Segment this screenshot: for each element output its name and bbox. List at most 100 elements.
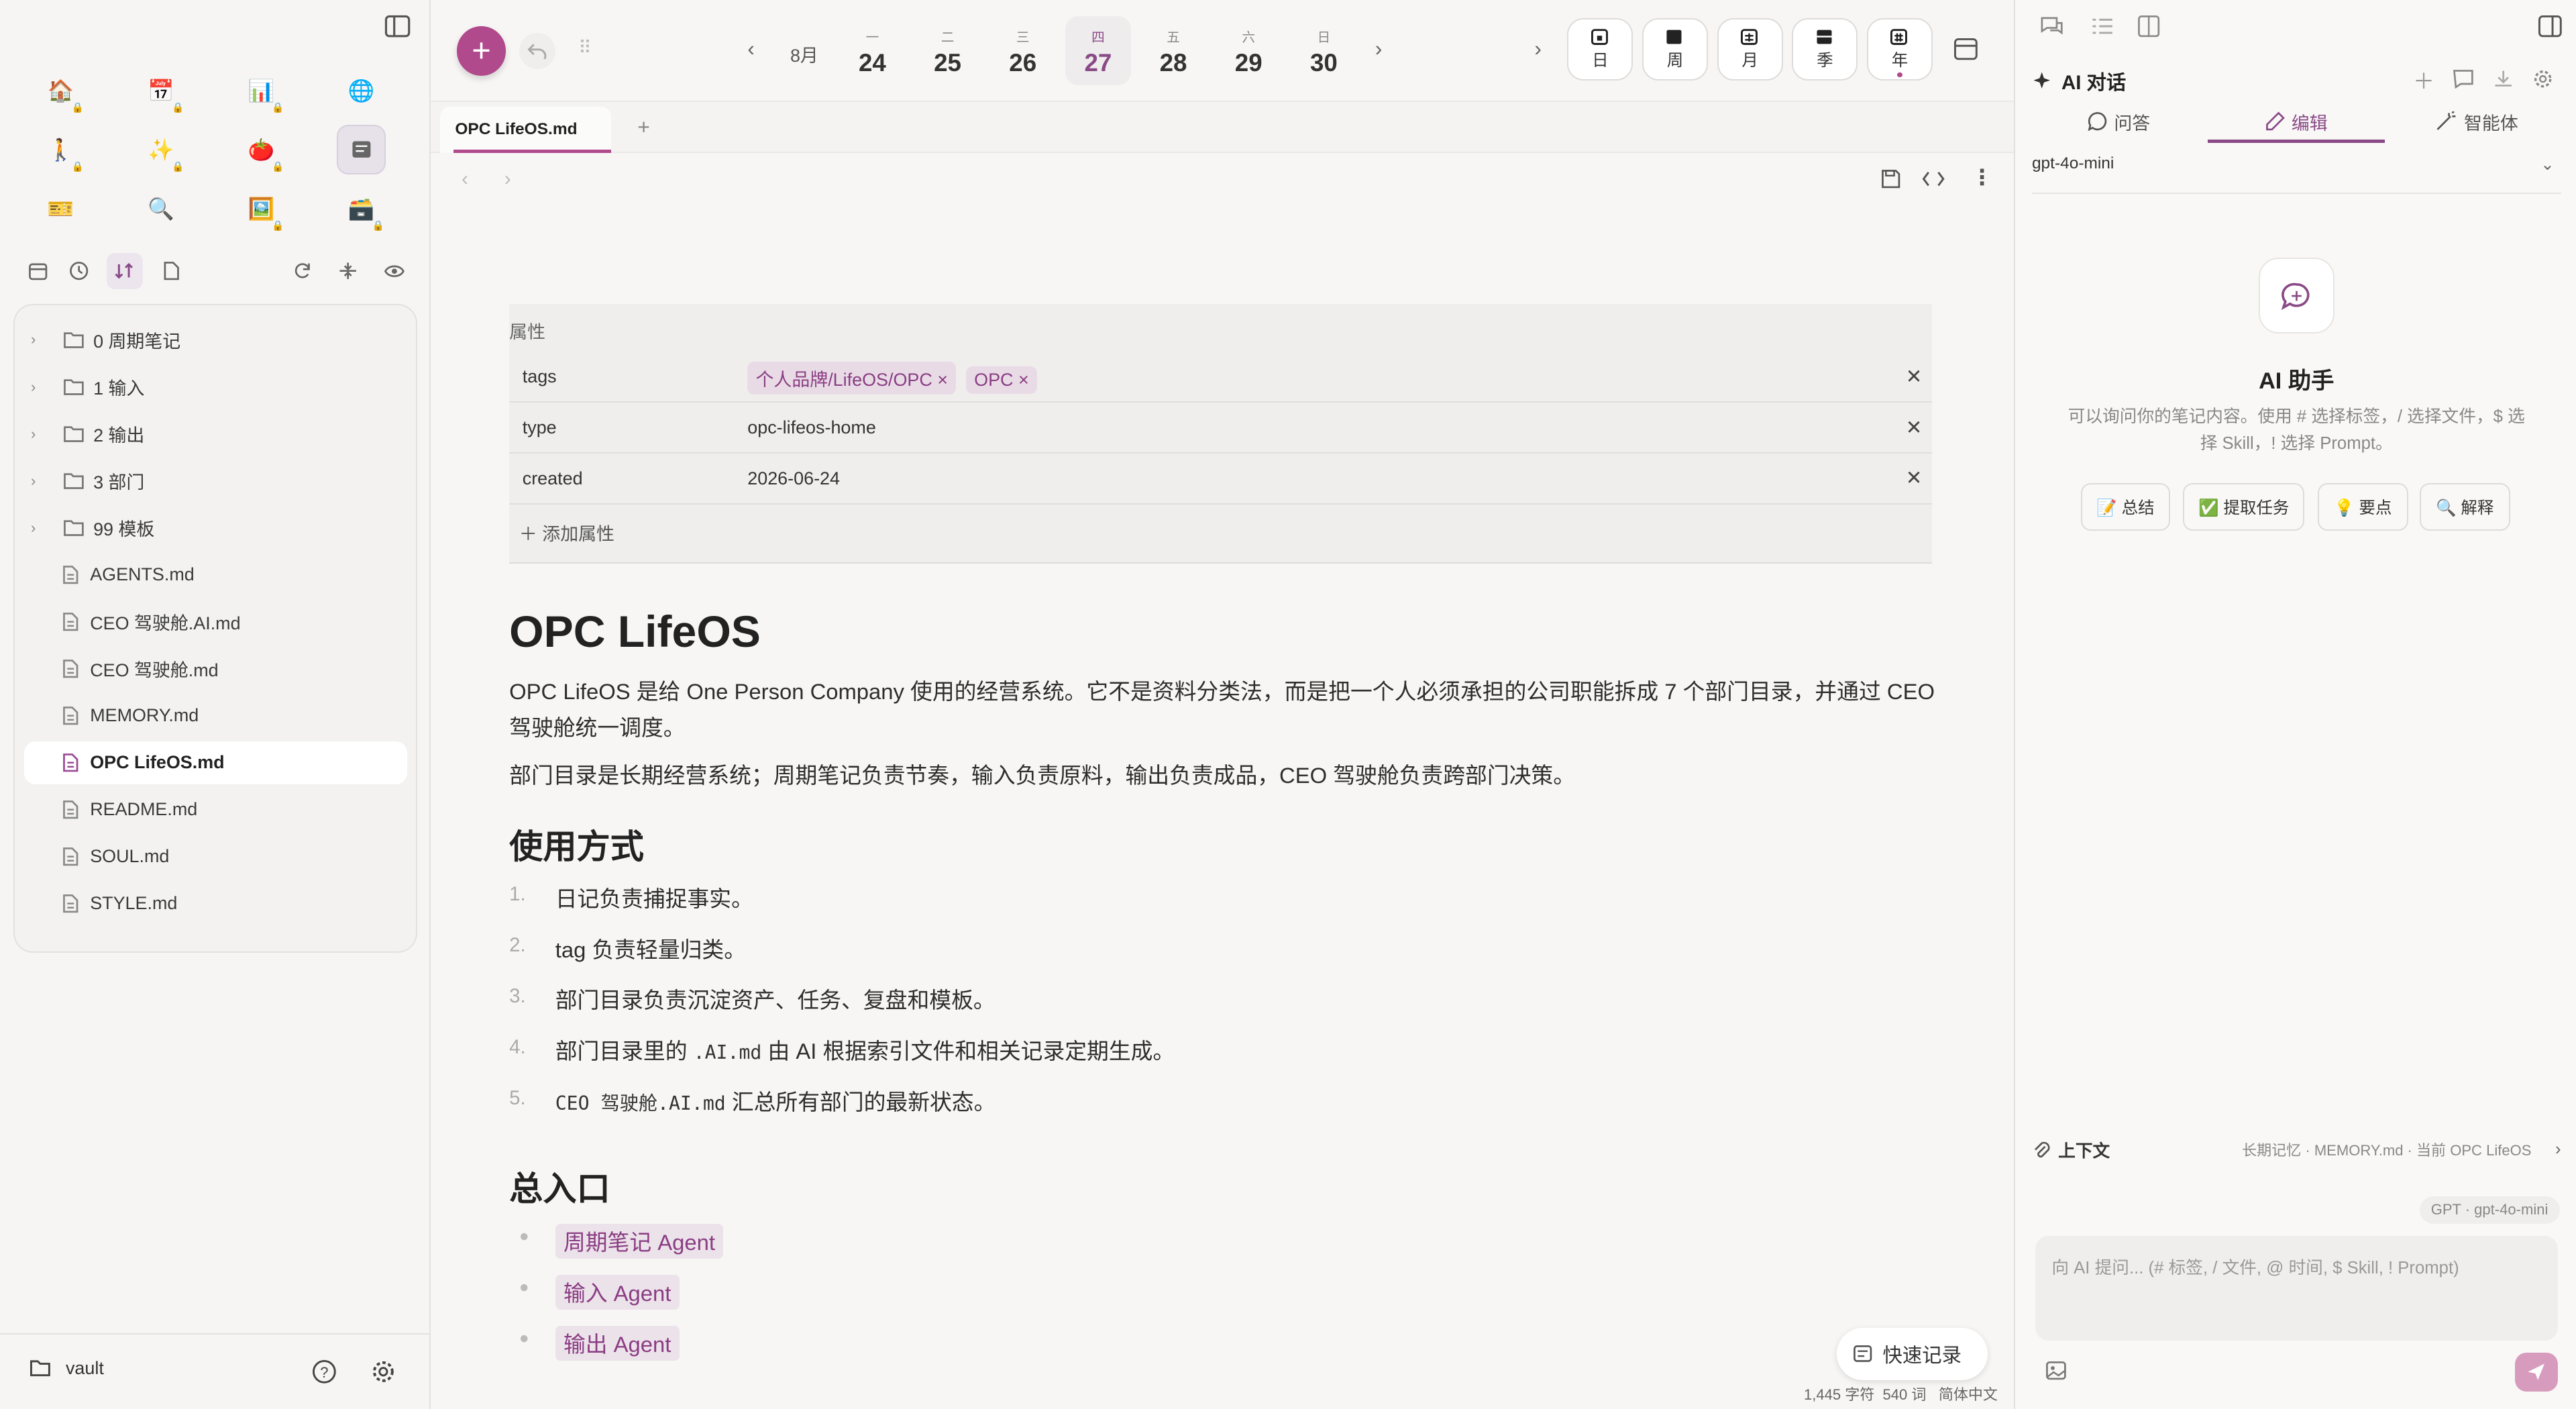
tomato-icon[interactable]: 🍅 🔒 xyxy=(237,125,286,174)
layout-icon[interactable] xyxy=(1953,38,1978,60)
range-month-button[interactable]: 月 xyxy=(1717,17,1783,81)
calendar-day[interactable]: 五 28 xyxy=(1140,16,1206,85)
remove-prop-icon[interactable]: ✕ xyxy=(1906,416,1923,439)
chevron-right-icon[interactable]: › xyxy=(31,378,54,396)
back-icon[interactable]: ‹ xyxy=(462,168,468,191)
sort-icon[interactable] xyxy=(107,253,144,290)
reader-icon[interactable] xyxy=(2137,15,2160,38)
home-icon[interactable]: 🏠 🔒 xyxy=(36,66,85,115)
tree-file[interactable]: AGENTS.md xyxy=(24,554,407,596)
source-code-icon[interactable] xyxy=(1922,169,1945,189)
chip-explain[interactable]: 🔍 解释 xyxy=(2419,483,2510,531)
prop-value[interactable]: opc-lifeos-home xyxy=(747,417,876,438)
tree-folder[interactable]: › 1 输入 xyxy=(24,366,407,409)
sidebar-toggle-icon[interactable] xyxy=(383,13,413,40)
prop-value[interactable]: 2026-06-24 xyxy=(747,468,840,489)
remove-prop-icon[interactable]: ✕ xyxy=(1906,466,1923,490)
new-note-icon[interactable] xyxy=(153,253,189,289)
context-bar[interactable]: 上下文 长期记忆 · MEMORY.md · 当前 OPC LifeOS › xyxy=(2032,1137,2561,1162)
quick-record-button[interactable]: 快速记录 xyxy=(1836,1327,1988,1381)
undo-icon[interactable] xyxy=(519,32,555,69)
tree-file[interactable]: MEMORY.md xyxy=(24,694,407,737)
bar-chart-icon[interactable]: 📊 🔒 xyxy=(237,66,286,115)
sparkle-icon[interactable]: ✨ 🔒 xyxy=(136,125,185,174)
expand-right-icon[interactable]: › xyxy=(1534,36,1542,61)
calendar-icon[interactable]: 📅 🔒 xyxy=(136,66,185,115)
tree-file[interactable]: SOUL.md xyxy=(24,835,407,878)
model-select[interactable]: gpt-4o-mini ⌄ xyxy=(2031,154,2561,194)
eye-icon[interactable] xyxy=(376,253,413,289)
tree-file[interactable]: STYLE.md xyxy=(24,882,407,925)
tree-file[interactable]: OPC LifeOS.md xyxy=(24,741,407,784)
image-attach-icon[interactable] xyxy=(2045,1361,2067,1380)
more-icon[interactable]: ⋮ xyxy=(1972,164,1993,190)
search-icon[interactable]: 🔍 xyxy=(136,184,185,233)
remove-prop-icon[interactable]: ✕ xyxy=(1906,365,1923,388)
language-label[interactable]: 简体中文 xyxy=(1939,1386,1998,1403)
chevron-right-icon[interactable]: › xyxy=(31,331,54,348)
prev-week-icon[interactable]: ‹ xyxy=(747,36,755,61)
chip-extract-tasks[interactable]: ✅ 提取任务 xyxy=(2183,483,2305,531)
calendar-day[interactable]: 日 30 xyxy=(1291,16,1356,85)
tree-folder[interactable]: › 99 模板 xyxy=(24,507,407,550)
tree-file[interactable]: CEO 驾驶舱.md xyxy=(24,647,407,690)
calendar-day[interactable]: 一 24 xyxy=(839,16,905,85)
vault-switcher[interactable]: vault xyxy=(30,1358,104,1379)
mode-tab-edit[interactable]: 编辑 xyxy=(2265,109,2328,135)
chevron-right-icon[interactable]: › xyxy=(31,472,54,490)
ai-settings-icon[interactable] xyxy=(2533,69,2553,89)
tree-file[interactable]: CEO 驾驶舱.AI.md xyxy=(24,601,407,643)
walk-icon[interactable]: 🚶 🔒 xyxy=(36,125,85,174)
range-year-button[interactable]: 年 xyxy=(1867,17,1933,81)
calendar-day[interactable]: 三 26 xyxy=(990,16,1056,85)
tag-chip[interactable]: OPC × xyxy=(965,366,1037,394)
agent-link[interactable]: 周期笔记 Agent xyxy=(555,1223,724,1259)
agent-link[interactable]: 输入 Agent xyxy=(555,1274,680,1310)
calendar-day[interactable]: 二 25 xyxy=(915,16,981,85)
range-week-button[interactable]: 周 xyxy=(1642,17,1708,81)
range-day-button[interactable]: 日 xyxy=(1567,17,1633,81)
next-week-icon[interactable]: › xyxy=(1375,36,1383,61)
task-list-icon[interactable] xyxy=(2091,15,2114,38)
chevron-right-icon[interactable]: › xyxy=(31,519,54,537)
refresh-icon[interactable] xyxy=(284,253,321,289)
ticket-icon[interactable]: 🎫 xyxy=(36,184,85,233)
tree-file[interactable]: README.md xyxy=(24,788,407,831)
notes-panel-icon[interactable] xyxy=(337,125,386,174)
tag-chip[interactable]: 个人品牌/LifeOS/OPC × xyxy=(747,361,957,395)
settings-gear-icon[interactable] xyxy=(371,1359,396,1384)
agent-link[interactable]: 输出 Agent xyxy=(555,1325,680,1361)
globe-icon[interactable]: 🌐 xyxy=(337,66,386,115)
add-property-button[interactable]: ＋ 添加属性 xyxy=(519,519,614,545)
ai-prompt-input[interactable]: 向 AI 提问... (# 标签, / 文件, @ 时间, $ Skill, !… xyxy=(2035,1235,2558,1341)
tree-folder[interactable]: › 3 部门 xyxy=(24,460,407,503)
calendar-day[interactable]: 六 29 xyxy=(1216,16,1281,85)
mode-tab-agent[interactable]: 智能体 xyxy=(2436,109,2518,135)
chip-summary[interactable]: 📝 总结 xyxy=(2081,483,2170,531)
send-button[interactable] xyxy=(2514,1352,2558,1392)
collapse-all-icon[interactable] xyxy=(330,253,366,289)
image-icon[interactable]: 🖼️ 🔒 xyxy=(237,184,286,233)
mode-tab-qa[interactable]: 问答 xyxy=(2088,109,2150,135)
download-icon[interactable] xyxy=(2493,69,2513,89)
range-quarter-button[interactable]: 季 xyxy=(1792,17,1858,81)
save-icon[interactable] xyxy=(1881,169,1900,189)
drag-handle-icon[interactable]: ⠿ xyxy=(578,38,592,58)
chevron-right-icon[interactable]: › xyxy=(31,425,54,443)
chat-bubble-icon[interactable] xyxy=(2039,15,2065,38)
forward-icon[interactable]: › xyxy=(504,168,511,191)
archive-icon[interactable]: 🗃️ 🔒 xyxy=(337,184,386,233)
chip-key-points[interactable]: 💡 要点 xyxy=(2318,483,2408,531)
add-button[interactable]: + xyxy=(456,26,506,76)
recent-clock-icon[interactable] xyxy=(61,253,97,289)
calendar-view-icon[interactable] xyxy=(19,253,56,289)
tab-opc-lifeos[interactable]: OPC LifeOS.md xyxy=(440,107,611,153)
tree-folder[interactable]: › 2 输出 xyxy=(24,413,407,456)
help-icon[interactable]: ? xyxy=(312,1359,337,1384)
history-icon[interactable] xyxy=(2453,69,2474,89)
calendar-day[interactable]: 四 27 xyxy=(1065,16,1131,86)
new-tab-icon[interactable]: + xyxy=(637,115,650,140)
tree-folder[interactable]: › 0 周期笔记 xyxy=(24,319,407,362)
panel-toggle-icon[interactable] xyxy=(2538,15,2563,38)
new-chat-icon[interactable]: ＋ xyxy=(2413,64,2434,95)
